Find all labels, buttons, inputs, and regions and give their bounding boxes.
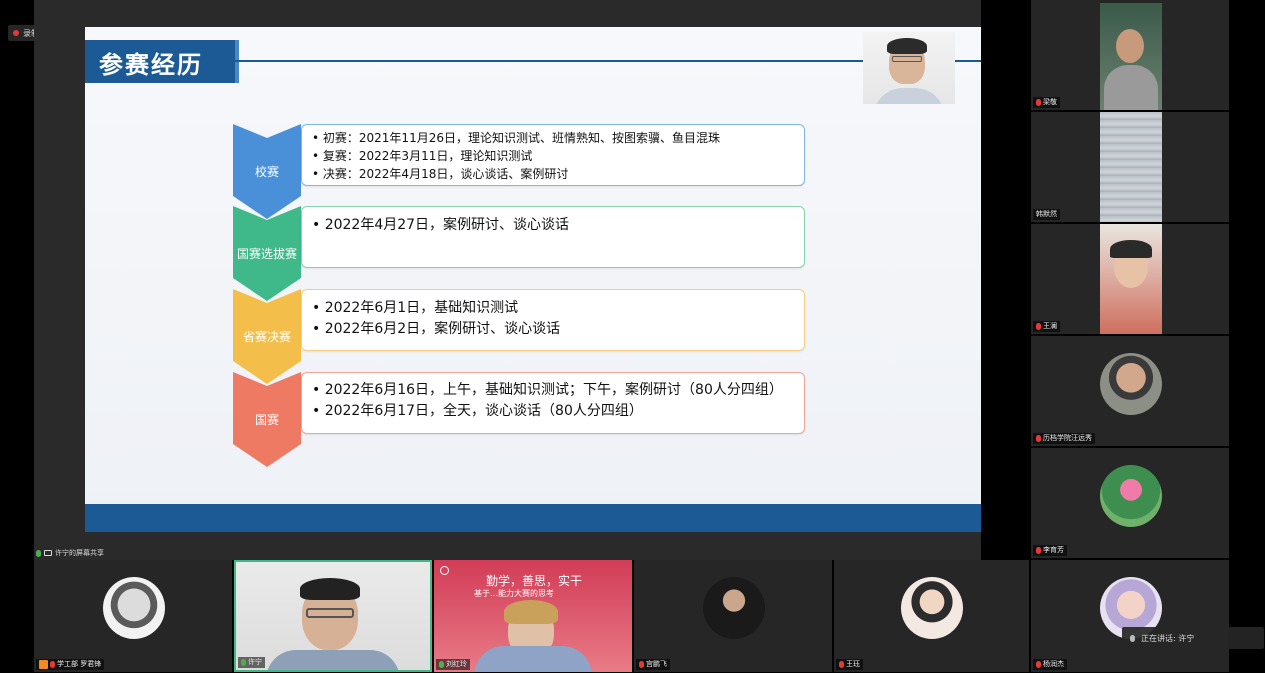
participant-tile[interactable]: 宫鹏飞 xyxy=(634,560,832,672)
screen-share-icon xyxy=(44,550,52,556)
participant-tile[interactable]: 王珏 xyxy=(834,560,1029,672)
participant-name-tag: 杨润杰 xyxy=(1033,659,1067,670)
stage-line: • 2022年6月16日，上午，基础知识测试；下午，案例研讨（80人分四组） xyxy=(312,382,783,398)
stage-label: 校赛 xyxy=(254,165,279,179)
host-icon xyxy=(39,660,48,669)
stage-lines: • 2022年4月27日，案例研讨、谈心谈话 xyxy=(312,215,569,236)
stage-chevron: 国赛选拔赛 xyxy=(233,206,301,301)
screen-share-name: 许宁的屏幕共享 xyxy=(55,549,104,557)
mic-muted-icon xyxy=(1036,547,1041,554)
stage-line: • 初赛：2021年11月26日，理论知识测试、班情熟知、按图索骥、鱼目混珠 xyxy=(312,131,720,145)
mic-muted-icon xyxy=(1036,661,1041,668)
participant-avatar xyxy=(901,577,963,639)
participant-name-tag: 宫鹏飞 xyxy=(636,659,670,670)
participant-tile[interactable]: 历档学院汪远秀 xyxy=(1031,336,1229,446)
stage-national: 国赛 • 2022年6月16日，上午，基础知识测试；下午，案例研讨（80人分四组… xyxy=(85,372,815,467)
stage-line: • 复赛：2022年3月11日，理论知识测试 xyxy=(312,149,533,163)
participant-tile-active-speaker[interactable]: 许宁 xyxy=(234,560,432,672)
mic-muted-icon xyxy=(1036,323,1041,330)
stage-line: • 2022年6月17日，全天，谈心谈话（80人分四组） xyxy=(312,403,643,419)
mic-muted-icon xyxy=(50,661,55,668)
mic-icon xyxy=(241,659,246,666)
stage-details-box: • 初赛：2021年11月26日，理论知识测试、班情熟知、按图索骥、鱼目混珠 •… xyxy=(301,124,805,186)
participant-tile[interactable]: 勤学，善思，实干 基于…能力大赛的思考 刘红玲 xyxy=(434,560,632,672)
stage-label: 省赛决赛 xyxy=(242,330,291,344)
participant-avatar xyxy=(103,577,165,639)
participant-tile[interactable]: 梁敬 xyxy=(1031,0,1229,110)
participant-name-tag: 历档学院汪远秀 xyxy=(1033,433,1095,444)
participant-name-tag: 韩默然 xyxy=(1033,209,1060,220)
participant-name-tag: 学工部 罗君锋 xyxy=(36,659,105,670)
stage-label: 国赛选拔赛 xyxy=(236,247,297,261)
stage-details-box: • 2022年4月27日，案例研讨、谈心谈话 xyxy=(301,206,805,268)
mic-icon xyxy=(1130,634,1135,642)
slide-footer-bar xyxy=(85,504,981,532)
banner-line2: 基于…能力大赛的思考 xyxy=(474,589,554,598)
stage-line: • 2022年6月2日，案例研讨、谈心谈话 xyxy=(312,321,561,337)
participant-tile[interactable]: 学工部 罗君锋 xyxy=(34,560,232,672)
speaking-indicator: 正在讲话: 许宁 xyxy=(1122,627,1264,649)
participant-tile[interactable]: 李育芳 xyxy=(1031,448,1229,558)
stage-line: • 2022年6月1日，基础知识测试 xyxy=(312,300,519,316)
mic-icon xyxy=(439,661,444,668)
participant-video xyxy=(1100,112,1162,222)
mic-muted-icon xyxy=(639,661,644,668)
participant-tile[interactable]: 韩默然 xyxy=(1031,112,1229,222)
stage-line: • 2022年4月27日，案例研讨、谈心谈话 xyxy=(312,217,570,233)
screen-share-label: 许宁的屏幕共享 xyxy=(36,547,104,559)
mic-muted-icon xyxy=(1036,435,1041,442)
mic-icon xyxy=(36,549,41,557)
participant-name-tag: 王珏 xyxy=(836,659,863,670)
stage-lines: • 2022年6月1日，基础知识测试 • 2022年6月2日，案例研讨、谈心谈话 xyxy=(312,298,560,340)
stage-details-box: • 2022年6月16日，上午，基础知识测试；下午，案例研讨（80人分四组） •… xyxy=(301,372,805,434)
participant-name-tag: 王澜 xyxy=(1033,321,1060,332)
stage-label: 国赛 xyxy=(254,413,279,427)
presentation-slide: 参赛经历 校赛 • 初赛：2021年11月26日，理论知识测试、班情熟知、按图索… xyxy=(85,27,981,532)
university-logo-icon xyxy=(440,566,449,575)
participant-name-tag: 许宁 xyxy=(238,657,265,668)
stage-national-selection: 国赛选拔赛 • 2022年4月27日，案例研讨、谈心谈话 xyxy=(85,206,815,301)
stage-lines: • 2022年6月16日，上午，基础知识测试；下午，案例研讨（80人分四组） •… xyxy=(312,380,783,422)
stage-line: • 决赛：2022年4月18日，谈心谈话、案例研讨 xyxy=(312,167,569,181)
stage-school: 校赛 • 初赛：2021年11月26日，理论知识测试、班情熟知、按图索骥、鱼目混… xyxy=(85,124,815,219)
mic-muted-icon xyxy=(1036,99,1041,106)
participant-tile[interactable]: 杨润杰 xyxy=(1031,560,1229,672)
participant-tile[interactable]: 王澜 xyxy=(1031,224,1229,334)
participant-video: 勤学，善思，实干 基于…能力大赛的思考 xyxy=(434,560,632,672)
banner-line1: 勤学，善思，实干 xyxy=(486,574,583,588)
participant-video xyxy=(236,562,430,670)
stage-provincial-final: 省赛决赛 • 2022年6月1日，基础知识测试 • 2022年6月2日，案例研讨… xyxy=(85,289,815,384)
presenter-video-inset xyxy=(863,32,955,104)
participant-avatar xyxy=(1100,465,1162,527)
stage-chevron: 校赛 xyxy=(233,124,301,219)
participant-video xyxy=(1100,3,1162,110)
participant-name-tag: 李育芳 xyxy=(1033,545,1067,556)
mic-muted-icon xyxy=(839,661,844,668)
stage-chevron: 省赛决赛 xyxy=(233,289,301,384)
participant-name-tag: 梁敬 xyxy=(1033,97,1060,108)
stage-chevron: 国赛 xyxy=(233,372,301,467)
participant-avatar xyxy=(703,577,765,639)
participant-avatar xyxy=(1100,353,1162,415)
stage-lines: • 初赛：2021年11月26日，理论知识测试、班情熟知、按图索骥、鱼目混珠 •… xyxy=(312,129,720,183)
participant-video xyxy=(1100,224,1162,334)
record-dot-icon xyxy=(13,30,19,36)
slide-title: 参赛经历 xyxy=(99,51,203,79)
stage-details-box: • 2022年6月1日，基础知识测试 • 2022年6月2日，案例研讨、谈心谈话 xyxy=(301,289,805,351)
participant-name-tag: 刘红玲 xyxy=(436,659,470,670)
speaking-label: 正在讲话: 许宁 xyxy=(1141,633,1195,643)
